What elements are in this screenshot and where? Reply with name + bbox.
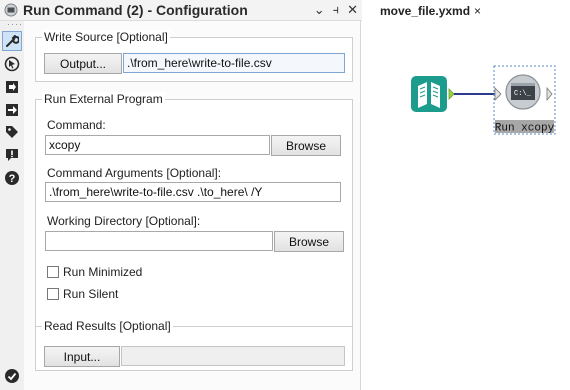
tool-console-text: C:\_	[514, 90, 532, 98]
run-silent-label: Run Silent	[63, 287, 119, 301]
workflow-tab-close-icon[interactable]: ×	[474, 4, 481, 18]
run-minimized-checkbox[interactable]	[47, 266, 59, 278]
workflow-canvas[interactable]: C:\_ Run xcopy	[362, 20, 570, 390]
properties-cursor-icon[interactable]	[2, 54, 22, 74]
panel-pin-icon[interactable]: ⫞	[333, 2, 340, 18]
command-browse-button[interactable]: Browse	[271, 135, 341, 156]
command-label: Command:	[47, 118, 106, 132]
working-directory-browse-button[interactable]: Browse	[274, 231, 344, 252]
output-anchor-icon[interactable]	[448, 88, 455, 100]
configuration-wrench-icon[interactable]	[2, 31, 22, 51]
configuration-panel: Write Source [Optional] Output... .\from…	[24, 21, 361, 390]
output-path-field[interactable]: .\from_here\write-to-file.csv	[123, 53, 345, 73]
command-input[interactable]: xcopy	[45, 135, 270, 155]
panel-dropdown-chevron-icon[interactable]: ⌄	[314, 2, 325, 18]
run-silent-checkbox[interactable]	[47, 288, 59, 300]
toolbar-grip[interactable]: ····	[7, 20, 23, 29]
command-arguments-input[interactable]: .\from_here\write-to-file.csv .\to_here\…	[45, 182, 341, 202]
tool-annotation-label: Run xcopy	[495, 123, 555, 135]
run-external-program-group: Run External Program Command: xcopy Brow…	[35, 92, 353, 331]
run-external-program-legend: Run External Program	[42, 92, 165, 106]
help-icon[interactable]: ?	[2, 168, 22, 188]
input-button[interactable]: Input...	[44, 346, 120, 367]
run-minimized-label: Run Minimized	[63, 265, 143, 279]
left-toolbar: ···· ?	[0, 0, 25, 390]
input-anchor-icon[interactable]	[494, 87, 502, 101]
output-button[interactable]: Output...	[44, 53, 122, 74]
input-path-field[interactable]	[121, 346, 345, 366]
output-arrow-icon[interactable]	[2, 100, 22, 120]
write-source-legend: Write Source [Optional]	[42, 30, 170, 44]
panel-title: Run Command (2) - Configuration	[23, 2, 248, 18]
tag-icon[interactable]	[2, 122, 22, 142]
workflow-tab[interactable]: move_file.yxmd ×	[380, 4, 481, 18]
annotation-icon[interactable]	[2, 77, 22, 97]
working-directory-input[interactable]	[45, 231, 273, 251]
read-results-legend: Read Results [Optional]	[42, 319, 173, 333]
write-source-group: Write Source [Optional] Output... .\from…	[35, 30, 353, 82]
run-command-tool-icon	[3, 2, 19, 18]
panel-controls: ⌄ ⫞ ✕	[314, 2, 358, 18]
svg-text:?: ?	[9, 173, 16, 185]
status-ok-icon	[2, 366, 22, 386]
command-arguments-label: Command Arguments [Optional]:	[47, 166, 222, 180]
workflow-tab-label: move_file.yxmd	[380, 4, 471, 18]
tool-output-anchor-icon[interactable]	[546, 86, 553, 102]
working-directory-label: Working Directory [Optional]:	[47, 214, 201, 228]
panel-header: Run Command (2) - Configuration ⌄ ⫞ ✕	[0, 0, 362, 21]
input-data-tool-icon[interactable]	[411, 76, 447, 112]
messages-alert-icon[interactable]	[2, 145, 22, 165]
panel-close-icon[interactable]: ✕	[347, 2, 358, 18]
read-results-group: Read Results [Optional] Input...	[35, 319, 353, 371]
